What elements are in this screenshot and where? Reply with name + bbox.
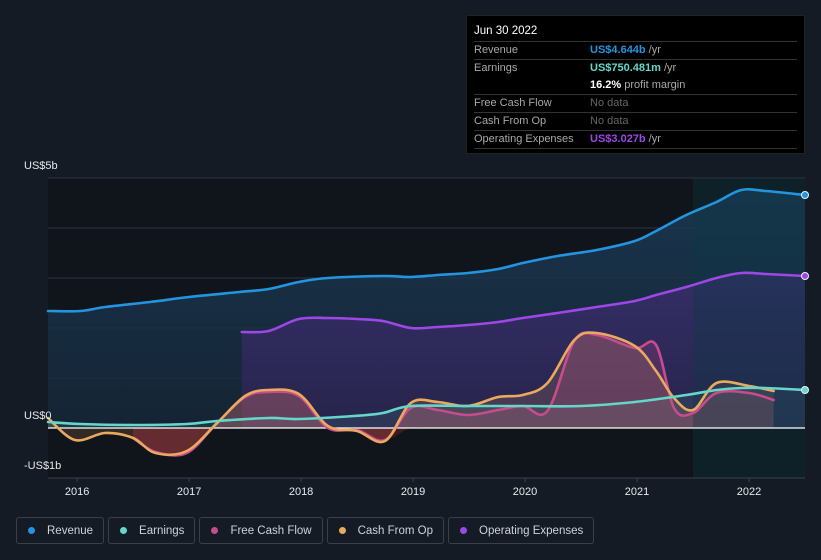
tooltip-value: No data (590, 115, 629, 127)
tooltip: Jun 30 2022 Revenue US$4.644b /yr Earnin… (466, 15, 805, 154)
legend-label: Revenue (47, 524, 94, 537)
tooltip-date: Jun 30 2022 (474, 22, 797, 42)
tooltip-row-revenue: Revenue US$4.644b /yr (474, 42, 797, 60)
tooltip-row-fcf: Free Cash Flow No data (474, 95, 797, 113)
x-tick-label: 2018 (289, 486, 313, 498)
x-tick-label: 2022 (737, 486, 761, 498)
tooltip-unit: /yr (648, 44, 661, 56)
tooltip-label: Earnings (474, 62, 518, 74)
tooltip-row-opex: Operating Expenses US$3.027b /yr (474, 131, 797, 149)
revenue-dot-icon (28, 527, 35, 534)
legend-label: Operating Expenses (479, 524, 584, 537)
tooltip-value: 16.2% (590, 79, 622, 91)
tooltip-value: US$4.644b (590, 44, 646, 56)
x-tick-label: 2019 (401, 486, 425, 498)
tooltip-value: US$750.481m (590, 62, 661, 74)
legend-item-free-cash-flow[interactable]: Free Cash Flow (199, 517, 323, 544)
tooltip-label: Revenue (474, 44, 519, 56)
y-tick-label-zero: US$0 (24, 410, 52, 422)
earnings-dot-icon (120, 527, 128, 534)
tooltip-unit: /yr (648, 133, 661, 145)
tooltip-row-earnings: Earnings US$750.481m /yr (474, 60, 797, 77)
highlight-region (693, 178, 805, 478)
revenue-endpoint (801, 191, 809, 199)
tooltip-label: Cash From Op (474, 115, 547, 127)
legend-label: Earnings (139, 524, 185, 537)
x-tick-label: 2020 (513, 486, 537, 498)
legend-item-revenue[interactable]: Revenue (16, 517, 105, 544)
tooltip-row-cfo: Cash From Op No data (474, 113, 797, 131)
operating-expenses-endpoint (801, 272, 809, 280)
earnings-endpoint (801, 386, 809, 394)
tooltip-value: US$3.027b (590, 133, 646, 145)
opex-dot-icon (460, 527, 468, 534)
tooltip-unit: profit margin (624, 79, 686, 91)
tooltip-label (474, 77, 590, 94)
y-tick-label-top: US$5b (24, 160, 58, 172)
tooltip-label: Operating Expenses (474, 133, 574, 145)
legend-label: Cash From Op (357, 524, 434, 537)
legend-item-operating-expenses[interactable]: Operating Expenses (448, 517, 595, 544)
legend: Revenue Earnings Free Cash Flow Cash Fro… (16, 517, 595, 544)
legend-item-earnings[interactable]: Earnings (108, 517, 196, 544)
legend-label: Free Cash Flow (230, 524, 312, 537)
cfo-dot-icon (338, 527, 346, 534)
y-tick-label-bottom: -US$1b (24, 460, 62, 472)
tooltip-row-margin: 16.2% profit margin (474, 77, 797, 95)
x-tick-label: 2021 (625, 486, 649, 498)
x-tick-label: 2017 (177, 486, 201, 498)
tooltip-label: Free Cash Flow (474, 97, 552, 109)
tooltip-unit: /yr (663, 62, 677, 74)
fcf-dot-icon (211, 527, 219, 534)
x-tick-label: 2016 (65, 486, 89, 498)
legend-item-cash-from-op[interactable]: Cash From Op (326, 517, 445, 544)
tooltip-value: No data (590, 97, 629, 109)
